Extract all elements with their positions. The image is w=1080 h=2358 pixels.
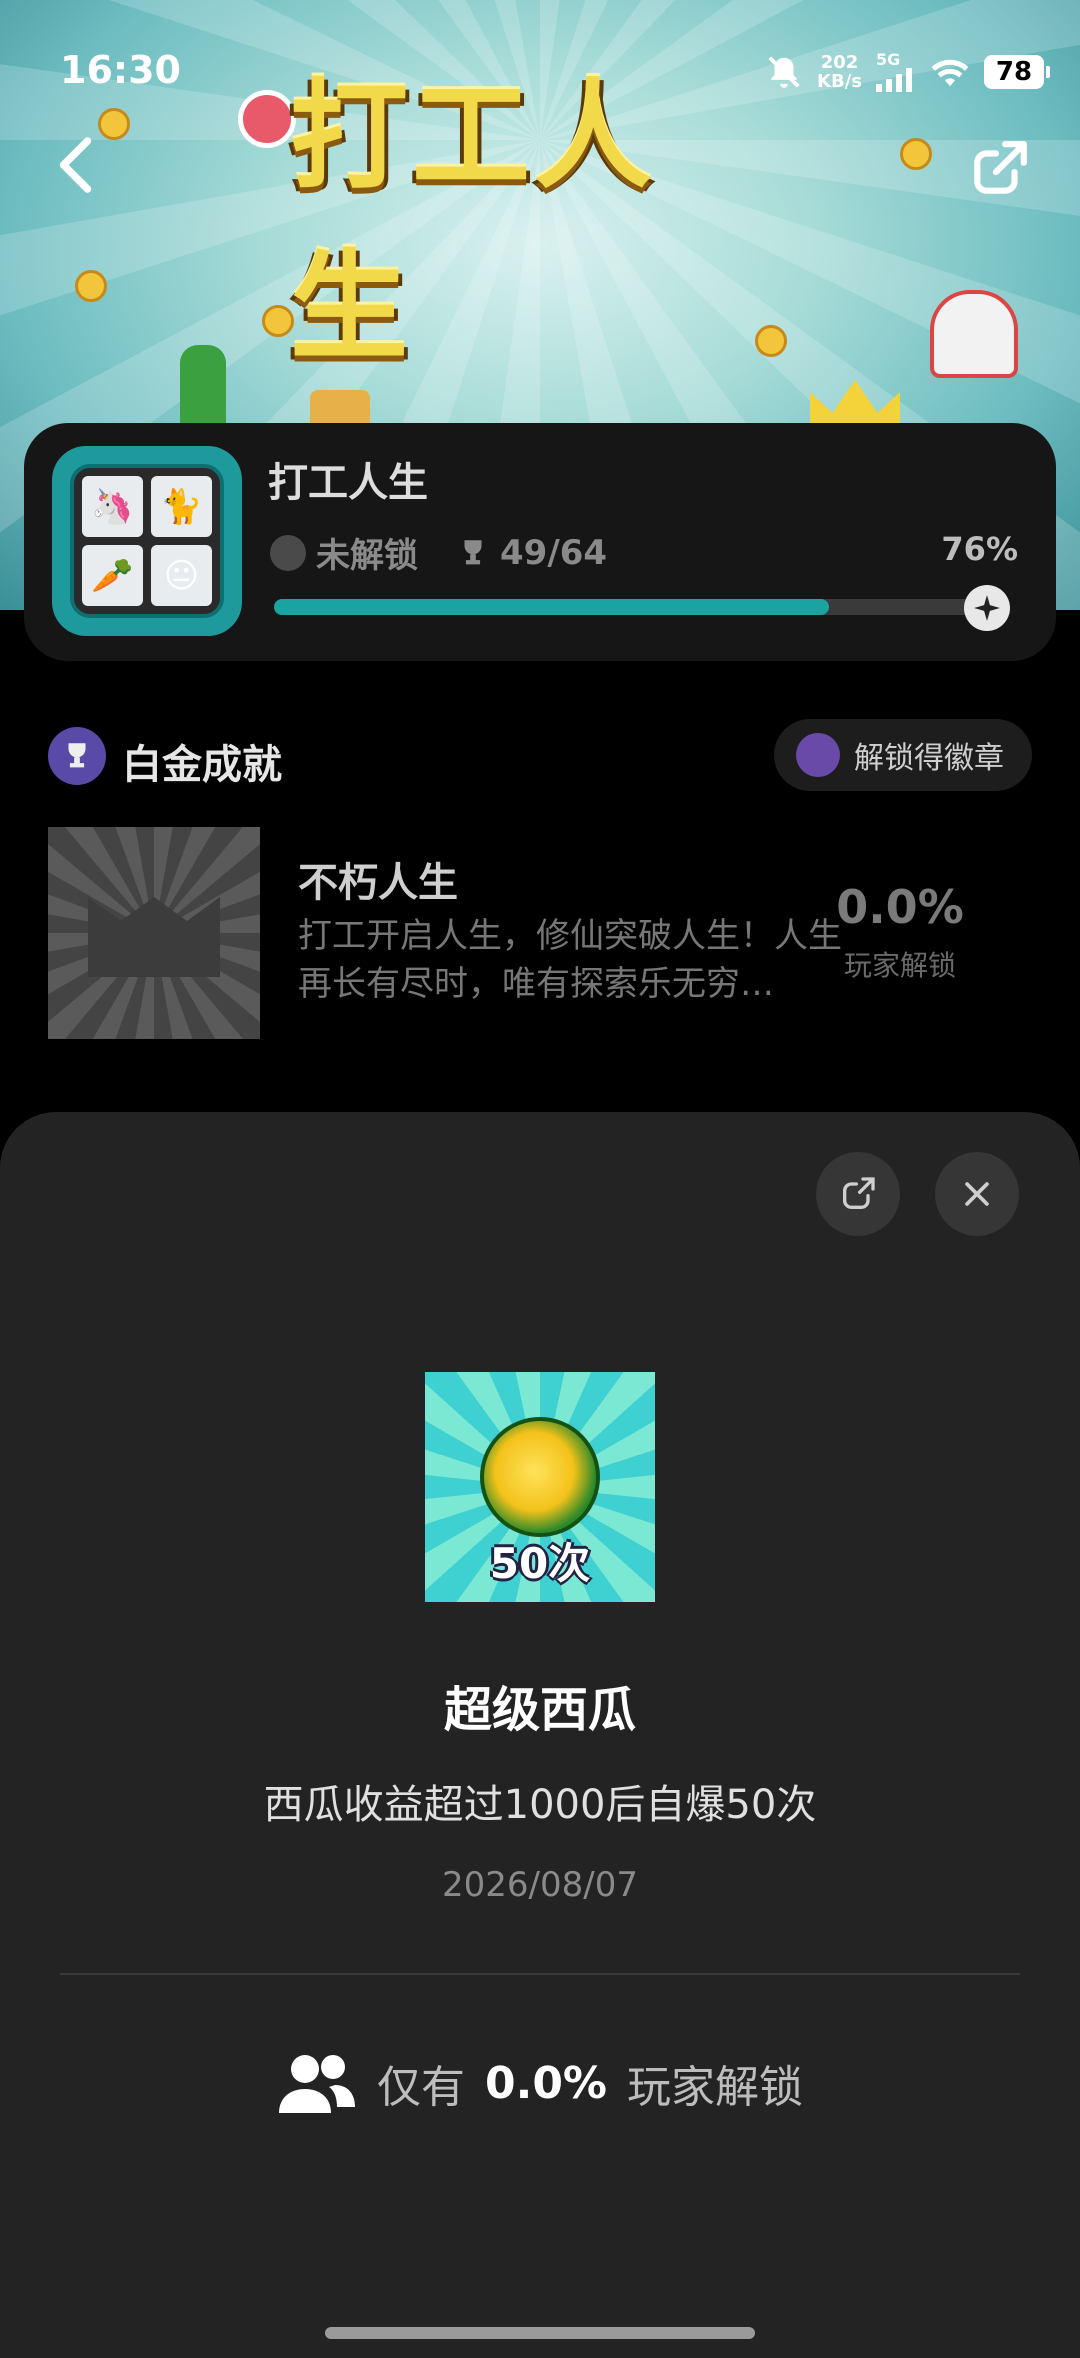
achievement-percent-label: 玩家解锁 xyxy=(843,949,956,982)
crown-icon xyxy=(88,897,220,977)
unlock-prefix: 仅有 xyxy=(376,2062,465,2113)
close-icon xyxy=(965,1182,989,1206)
unlock-rate-row: 仅有 0.0% 玩家解锁 xyxy=(0,2050,1080,2116)
unlock-percent: 0.0% xyxy=(484,2057,608,2109)
badge-icon xyxy=(796,733,840,777)
trophy-icon xyxy=(464,539,482,564)
status-icons: 202 KB/s 5G 78 xyxy=(765,52,1050,92)
signal-bars-icon xyxy=(876,68,912,92)
achievement-thumbnail[interactable] xyxy=(48,827,260,1039)
coin-decoration xyxy=(900,138,932,170)
net-speed: 202 KB/s xyxy=(817,53,862,91)
unlock-badge-label: 解锁得徽章 xyxy=(854,741,1004,776)
wifi-icon xyxy=(931,59,969,87)
status-time: 16:30 xyxy=(60,48,181,92)
achievement-title: 不朽人生 xyxy=(298,860,458,906)
mute-bell-icon xyxy=(768,56,800,88)
game-title: 打工人生 xyxy=(268,460,428,506)
trophy-count: 49/64 xyxy=(500,532,608,573)
close-button[interactable] xyxy=(935,1152,1019,1236)
network-type: 5G xyxy=(876,50,901,69)
achievement-detail-description: 西瓜收益超过1000后自爆50次 xyxy=(263,1782,817,1828)
progress-bar xyxy=(274,599,1004,615)
unicorn-icon: 🦄 xyxy=(82,476,143,537)
carrot-icon: 🥕 xyxy=(82,545,143,606)
star-icon xyxy=(964,585,1010,631)
platinum-section-title: 白金成就 xyxy=(122,742,282,788)
divider xyxy=(60,1973,1020,1975)
unlock-badge-button[interactable]: 解锁得徽章 xyxy=(774,719,1032,791)
cat-icon: 🐈 xyxy=(151,476,212,537)
progress-percent: 76% xyxy=(941,530,1018,568)
cell-signal: 5G xyxy=(876,52,916,92)
achievement-image-label: 50次 xyxy=(489,1539,591,1588)
rocket-decoration xyxy=(930,290,1018,378)
progress-bar-fill xyxy=(274,599,829,615)
achievement-detail-title: 超级西瓜 xyxy=(443,1682,636,1738)
share-icon[interactable] xyxy=(968,138,1030,200)
game-icon[interactable]: 🦄 🐈 🥕 😐 xyxy=(52,446,242,636)
refresh-share-icon xyxy=(843,1177,875,1209)
achievement-description: 打工开启人生，修仙突破人生！人生再长有尽时，唯有探索乐无穷… xyxy=(298,916,842,1004)
users-icon xyxy=(278,2055,355,2113)
achievement-percent: 0.0% xyxy=(836,880,964,934)
coin-decoration xyxy=(75,270,107,302)
net-speed-unit: KB/s xyxy=(817,71,862,92)
battery-indicator: 78 xyxy=(984,55,1050,89)
achievement-detail-date: 2026/08/07 xyxy=(442,1865,638,1905)
unlock-suffix: 玩家解锁 xyxy=(627,2062,804,2113)
face-icon: 😐 xyxy=(151,545,212,606)
lollipop-decoration xyxy=(238,90,296,148)
game-icon-grid: 🦄 🐈 🥕 😐 xyxy=(70,464,224,618)
banner-title: 打工人生 xyxy=(290,67,657,376)
game-meta-row: 未解锁 49/64 xyxy=(270,528,607,577)
net-speed-value: 202 xyxy=(820,52,859,73)
platinum-status: 未解锁 xyxy=(316,536,418,576)
back-icon[interactable] xyxy=(52,135,102,195)
platinum-trophy-icon xyxy=(270,534,306,571)
share-achievement-button[interactable] xyxy=(816,1152,900,1236)
coin-decoration xyxy=(755,325,787,357)
home-indicator[interactable] xyxy=(325,2327,755,2339)
achievement-image: 50次 xyxy=(425,1372,655,1602)
bottle-decoration xyxy=(180,345,226,435)
coin-decoration xyxy=(98,108,130,140)
watermelon-icon xyxy=(480,1417,600,1537)
platinum-icon xyxy=(48,727,106,785)
